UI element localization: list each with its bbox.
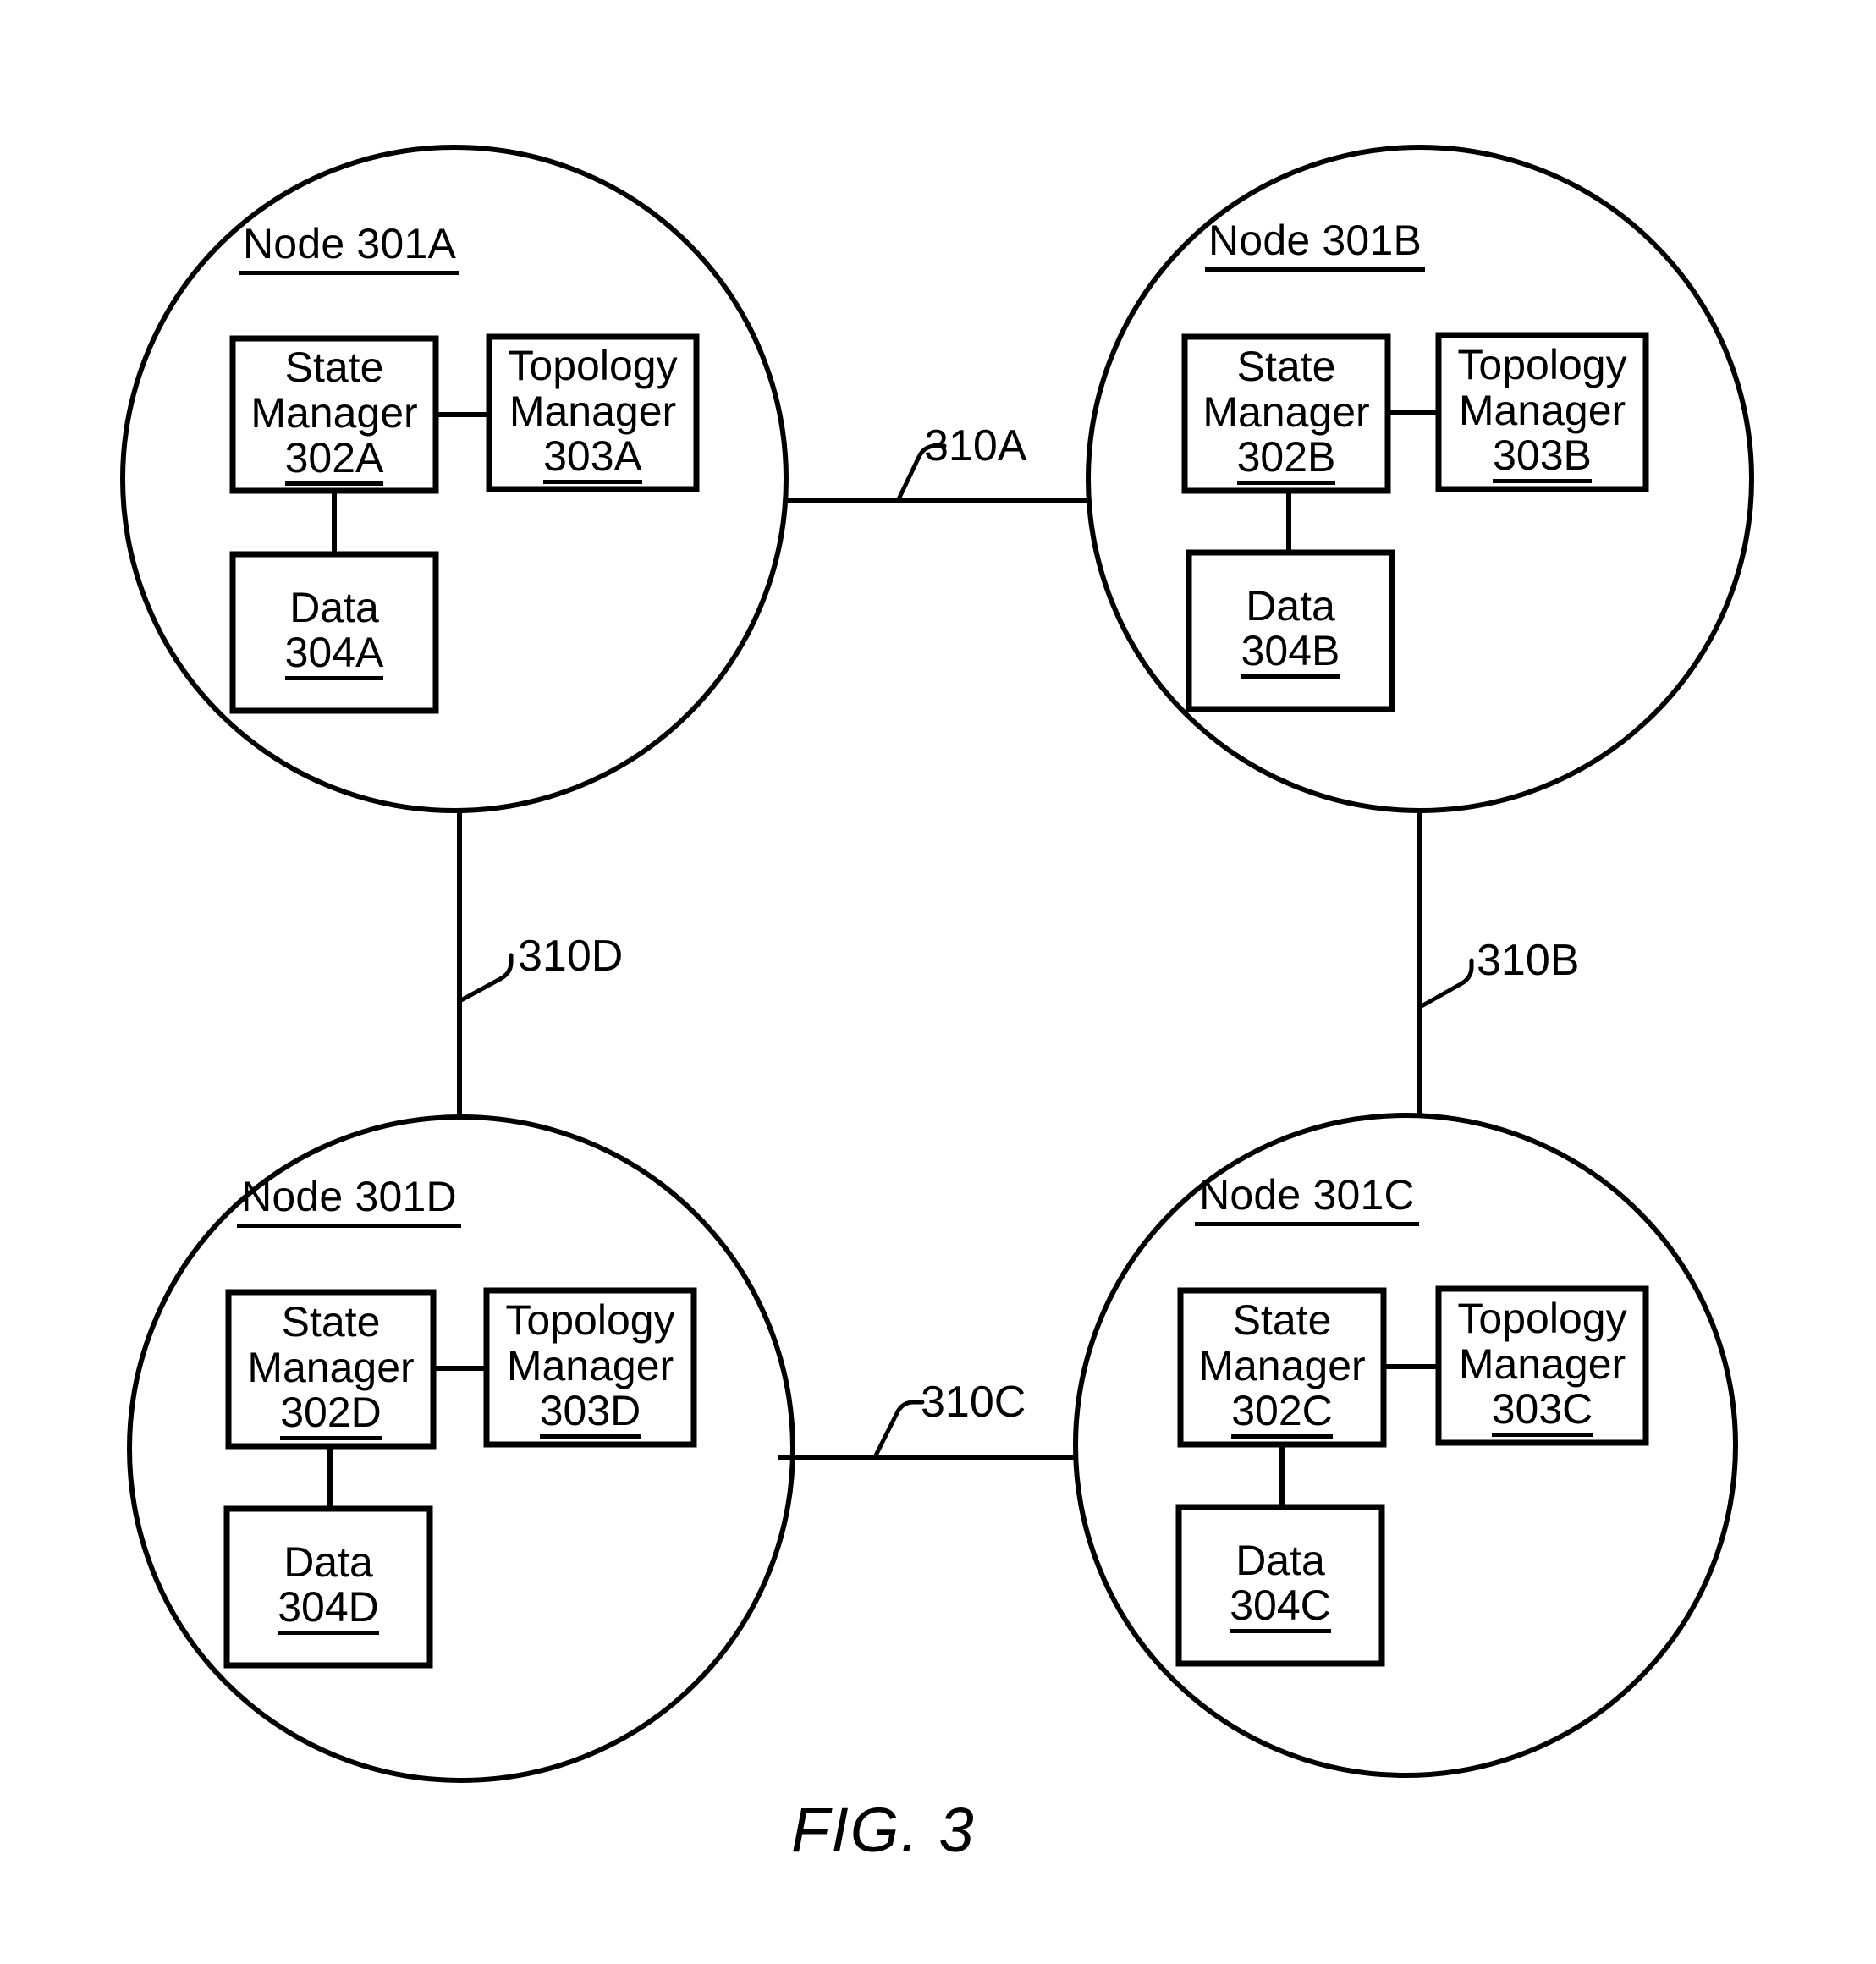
node-d-tm-line1: Topology — [505, 1296, 675, 1344]
node-d-data-line1: Data — [283, 1538, 373, 1587]
node-a-data-ref: 304A — [284, 631, 384, 680]
node-c-state-manager-label: State Manager 302C — [1180, 1290, 1384, 1444]
node-c-sm-line1: State — [1232, 1296, 1332, 1344]
link-310c-label: 310C — [921, 1378, 1026, 1427]
node-a-tm-line1: Topology — [508, 341, 678, 389]
node-b-sm-line2: Manager — [1202, 388, 1370, 436]
node-c-tm-ref: 303C — [1491, 1388, 1593, 1437]
node-d-topology-manager-label: Topology Manager 303D — [487, 1290, 694, 1444]
node-a-topology-manager-label: Topology Manager 303A — [489, 337, 696, 489]
link-310d-leader — [457, 953, 514, 1004]
node-a-state-manager-label: State Manager 302A — [233, 338, 436, 491]
link-310d-label: 310D — [518, 932, 624, 981]
node-b-tm-ref: 303B — [1493, 434, 1592, 483]
node-d-state-manager-label: State Manager 302D — [228, 1292, 433, 1446]
node-d-data-label: Data 304D — [227, 1509, 430, 1665]
node-d-sm-line2: Manager — [247, 1344, 415, 1391]
node-a-tm-ref: 303A — [543, 435, 642, 484]
figure-caption: FIG. 3 — [791, 1795, 976, 1865]
node-c-sm-line2: Manager — [1198, 1342, 1366, 1389]
node-d-data-ref: 304D — [278, 1586, 379, 1635]
node-d-sm-line1: State — [281, 1297, 381, 1345]
node-d-tm-line2: Manager — [506, 1342, 674, 1389]
node-a-sm-line2: Manager — [250, 389, 418, 437]
link-310c-leader — [872, 1400, 925, 1460]
node-c-data-ref: 304C — [1230, 1584, 1331, 1633]
node-b-sm-ref: 302B — [1236, 436, 1336, 485]
node-b-state-manager-label: State Manager 302B — [1185, 337, 1388, 491]
node-a-sm-line1: State — [284, 343, 384, 391]
node-b-title: Node 301B — [1205, 218, 1425, 272]
node-b-topology-manager-label: Topology Manager 303B — [1439, 335, 1646, 489]
node-b-tm-line2: Manager — [1458, 387, 1626, 434]
node-c-data-label: Data 304C — [1179, 1507, 1382, 1664]
link-310b-leader — [1417, 958, 1474, 1010]
node-c-tm-line2: Manager — [1458, 1340, 1626, 1388]
link-310a-label: 310A — [924, 421, 1027, 470]
diagram-vector-layer — [120, 145, 1754, 1783]
node-b-data-label: Data 304B — [1189, 553, 1392, 709]
node-c-title: Node 301C — [1195, 1173, 1419, 1226]
node-a-data-label: Data 304A — [233, 554, 436, 711]
node-b-tm-line1: Topology — [1457, 340, 1627, 388]
node-d-sm-ref: 302D — [280, 1391, 382, 1440]
node-d-title: Node 301D — [237, 1175, 461, 1228]
node-a-sm-ref: 302A — [284, 437, 384, 486]
node-c-tm-line1: Topology — [1457, 1294, 1627, 1342]
node-c-topology-manager-label: Topology Manager 303C — [1439, 1289, 1646, 1443]
node-b-data-line1: Data — [1246, 582, 1335, 630]
link-310b-label: 310B — [1477, 936, 1580, 985]
node-c-sm-ref: 302C — [1231, 1389, 1333, 1439]
node-c-data-line1: Data — [1235, 1537, 1325, 1585]
figure-canvas: Node 301A State Manager 302A Topology Ma… — [0, 0, 1876, 1964]
node-d-tm-ref: 303D — [539, 1389, 641, 1439]
node-b-sm-line1: State — [1236, 342, 1336, 390]
node-a-data-line1: Data — [289, 584, 379, 632]
node-a-tm-line2: Manager — [509, 388, 677, 435]
node-a-title: Node 301A — [239, 222, 459, 275]
node-b-data-ref: 304B — [1241, 630, 1340, 679]
